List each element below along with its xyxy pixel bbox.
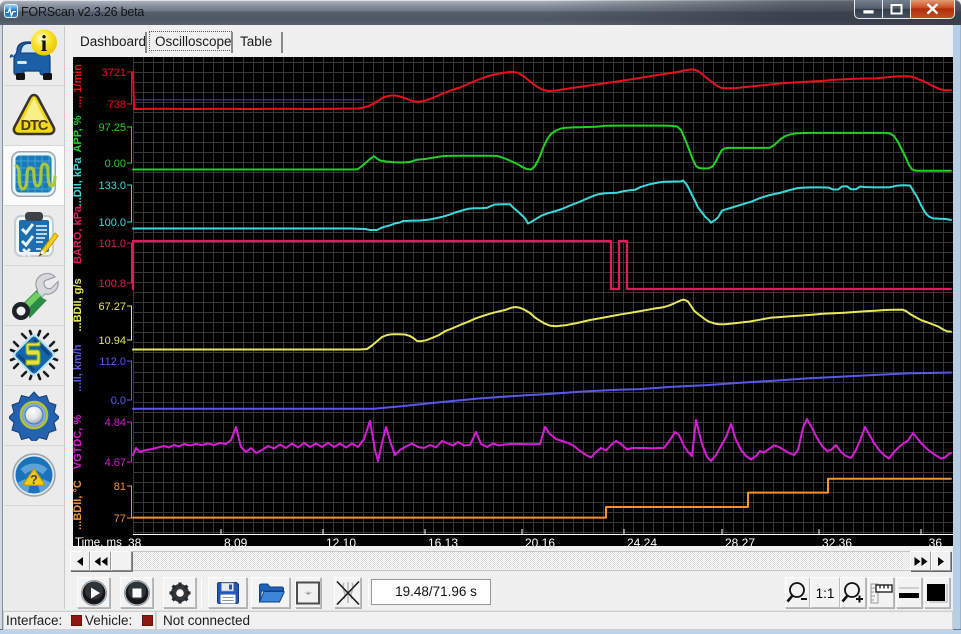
svg-text:...BDII, °C: ...BDII, °C xyxy=(73,480,84,530)
svg-text:..., 1/min: ..., 1/min xyxy=(73,64,84,108)
svg-text:VGTDC, %: VGTDC, % xyxy=(73,415,84,470)
svg-text:81: 81 xyxy=(114,481,126,493)
svg-text:0.0: 0.0 xyxy=(111,395,126,407)
svg-text:38: 38 xyxy=(128,536,142,546)
svg-text:20.16: 20.16 xyxy=(525,536,555,546)
svg-text:67.27: 67.27 xyxy=(98,301,126,313)
svg-text:32.36: 32.36 xyxy=(822,536,852,546)
svg-text:100.8: 100.8 xyxy=(98,278,126,290)
svg-text:1:1: 1:1 xyxy=(816,586,835,601)
svg-text:16.13: 16.13 xyxy=(428,536,458,546)
svg-text:Time, ms: Time, ms xyxy=(75,537,122,546)
svg-text:12.10: 12.10 xyxy=(326,536,356,546)
svg-text:738: 738 xyxy=(108,99,126,111)
svg-text:0.00: 0.00 xyxy=(105,158,126,170)
svg-text:133.0: 133.0 xyxy=(98,180,126,192)
svg-text:...II, km/h: ...II, km/h xyxy=(73,344,84,391)
svg-text:28.27: 28.27 xyxy=(725,536,755,546)
svg-text:BARO, kPa: BARO, kPa xyxy=(73,205,84,264)
svg-text:112.0: 112.0 xyxy=(99,356,126,368)
svg-text:3721: 3721 xyxy=(102,67,126,79)
svg-text:24.24: 24.24 xyxy=(627,536,657,546)
svg-text:100.0: 100.0 xyxy=(98,217,126,229)
svg-text:36: 36 xyxy=(929,536,943,546)
svg-text:?: ? xyxy=(30,473,38,487)
svg-text:DTC: DTC xyxy=(21,118,49,134)
svg-text:...BDII, g/s: ...BDII, g/s xyxy=(73,278,84,331)
svg-text:...DII, kPa: ...DII, kPa xyxy=(73,157,84,207)
svg-text:i: i xyxy=(41,31,48,56)
svg-text:4.84: 4.84 xyxy=(105,417,126,429)
svg-text:APP, %: APP, % xyxy=(73,115,84,152)
svg-text:77: 77 xyxy=(114,513,126,525)
svg-text:8.09: 8.09 xyxy=(224,536,248,546)
svg-text:4.67: 4.67 xyxy=(105,457,126,469)
svg-text:97.25: 97.25 xyxy=(98,122,126,134)
svg-text:10.94: 10.94 xyxy=(98,335,126,347)
svg-text:101.0: 101.0 xyxy=(98,238,126,250)
